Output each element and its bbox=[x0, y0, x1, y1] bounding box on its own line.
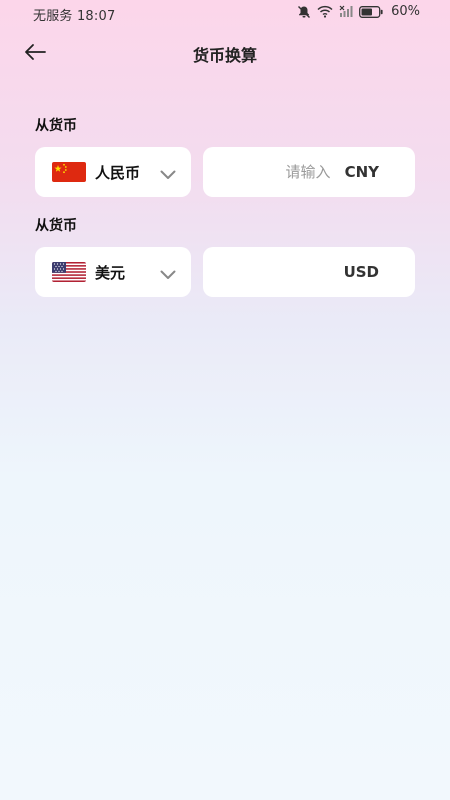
status-bar: 无服务 18:07 60% bbox=[0, 0, 450, 26]
to-currency-label: 从货币 bbox=[35, 218, 77, 234]
battery-icon bbox=[359, 5, 383, 18]
usa-flag-icon bbox=[52, 262, 86, 282]
no-sim-icon bbox=[339, 5, 353, 18]
bell-muted-icon bbox=[297, 5, 311, 19]
battery-percent: 60% bbox=[391, 4, 420, 19]
to-currency-name: 美元 bbox=[95, 263, 126, 282]
chevron-down-icon bbox=[160, 165, 176, 184]
from-currency-label: 从货币 bbox=[35, 118, 77, 134]
from-amount-input[interactable] bbox=[230, 163, 331, 181]
wifi-icon bbox=[317, 5, 333, 18]
from-currency-name: 人民币 bbox=[95, 163, 141, 182]
to-currency-code: USD bbox=[343, 263, 379, 281]
page-title: 货币换算 bbox=[192, 46, 257, 65]
nav-bar: 货币换算 bbox=[0, 34, 450, 74]
carrier-text: 无服务 bbox=[33, 9, 73, 24]
from-currency-code: CNY bbox=[344, 163, 379, 181]
from-currency-select[interactable]: 人民币 bbox=[35, 147, 191, 197]
status-right: 60% bbox=[297, 4, 420, 19]
chevron-down-icon bbox=[160, 265, 176, 284]
status-left: 无服务 18:07 bbox=[33, 5, 115, 24]
from-amount-box: CNY bbox=[203, 147, 415, 197]
status-time: 18:07 bbox=[76, 9, 116, 24]
china-flag-icon bbox=[52, 162, 86, 182]
to-amount-box: USD bbox=[203, 247, 415, 297]
to-currency-select[interactable]: 美元 bbox=[35, 247, 191, 297]
